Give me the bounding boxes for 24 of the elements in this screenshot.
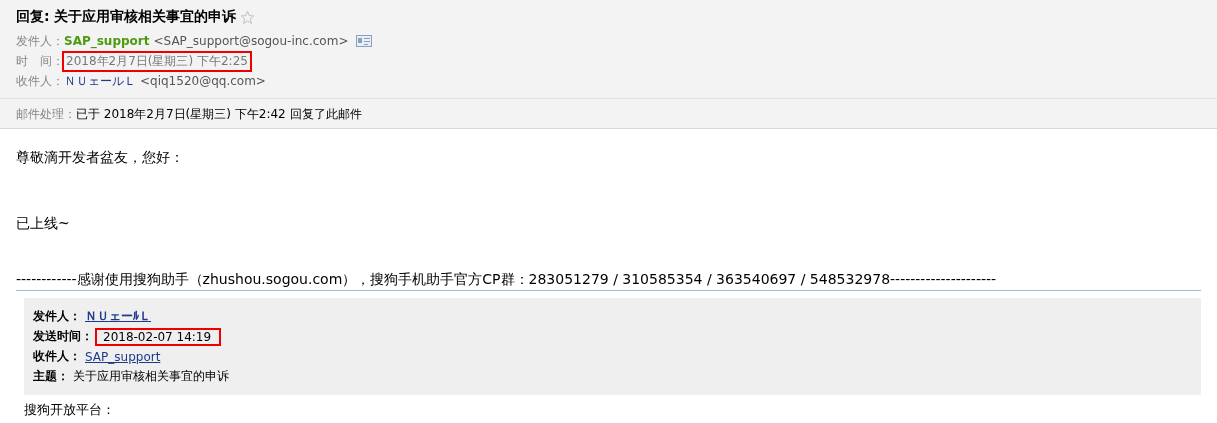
- sender-address: <SAP_support@sogou-inc.com>: [153, 34, 349, 48]
- recipient-name[interactable]: ＮＵェールＬ: [64, 72, 136, 90]
- quote-label: 收件人：: [33, 348, 81, 365]
- quote-link[interactable]: ＮＵェーﾙＬ: [85, 308, 151, 325]
- status-label: 邮件处理：: [16, 105, 76, 123]
- quote-label: 发件人：: [33, 308, 81, 325]
- field-label: 收件人：: [16, 72, 64, 90]
- quoted-text: 搜狗开放平台：: [24, 401, 116, 419]
- body-paragraph: 尊敬滴开发者盆友，您好：: [16, 149, 185, 167]
- field-label: 发件人：: [16, 32, 64, 50]
- signature-line: ------------感谢使用搜狗助手（zhushou.sogou.com），搜狗手机助手官方CP群：283051279 / 310585354 / 363540697 / 548532978---------------------: [16, 271, 1201, 291]
- sent-time: 2018年2月7日(星期三) 下午2:25: [64, 52, 250, 70]
- field-label: 时 间：: [16, 52, 64, 70]
- reply-status: 已于 2018年2月7日(星期三) 下午2:42 回复了此邮件: [76, 105, 362, 123]
- quote-label: 发送时间：: [33, 328, 93, 345]
- quote-value: 2018-02-07 14:19: [97, 329, 220, 344]
- star-icon[interactable]: [240, 9, 256, 25]
- mail-subject: 回复: 关于应用审核相关事宜的申诉: [16, 8, 237, 26]
- body-paragraph: 已上线~: [16, 215, 71, 233]
- quote-label: 主题：: [33, 368, 69, 385]
- recipient-address: <qiq1520@qq.com>: [140, 74, 266, 88]
- quote-value: 关于应用审核相关事宜的申诉: [73, 368, 229, 385]
- contact-card-icon[interactable]: [356, 35, 373, 47]
- quote-link[interactable]: SAP_support: [85, 349, 161, 364]
